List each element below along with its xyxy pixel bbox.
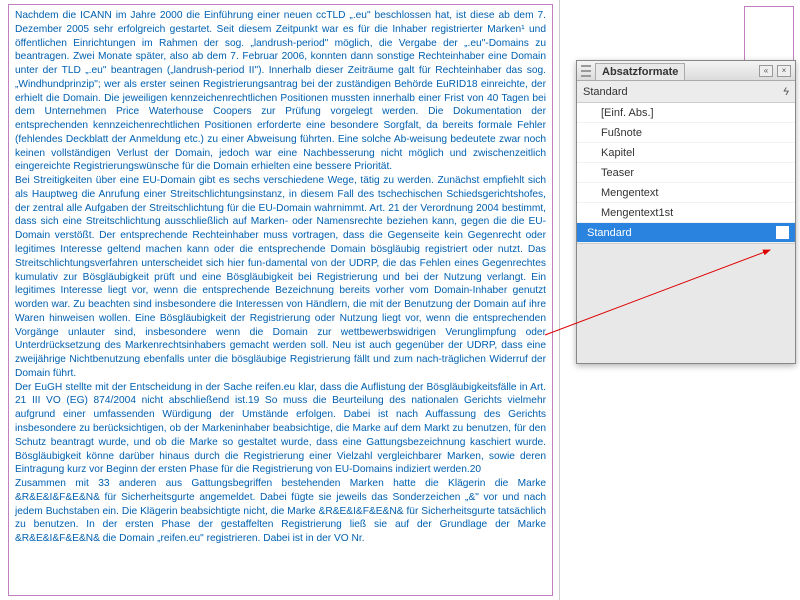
current-style-row: Standard ϟ [577, 81, 795, 103]
adjacent-page-frame [744, 6, 794, 66]
document-canvas: Nachdem die ICANN im Jahre 2000 die Einf… [0, 0, 560, 600]
paragraph[interactable]: Nachdem die ICANN im Jahre 2000 die Einf… [15, 9, 546, 174]
paragraph[interactable]: Der EuGH stellte mit der Entscheidung in… [15, 381, 546, 477]
style-item-fussnote[interactable]: Fußnote [577, 123, 795, 143]
panel-tab-title[interactable]: Absatzformate [595, 63, 685, 80]
body-text[interactable]: Nachdem die ICANN im Jahre 2000 die Einf… [15, 9, 546, 546]
style-list[interactable]: [Einf. Abs.] Fußnote Kapitel Teaser Meng… [577, 103, 795, 243]
text-frame[interactable]: Nachdem die ICANN im Jahre 2000 die Einf… [8, 4, 553, 596]
paragraph[interactable]: Bei Streitigkeiten über eine EU-Domain g… [15, 174, 546, 380]
override-indicator-icon[interactable]: ϟ [783, 86, 789, 98]
style-item-mengentext[interactable]: Mengentext [577, 183, 795, 203]
style-item-kapitel[interactable]: Kapitel [577, 143, 795, 163]
style-item-label: Standard [587, 227, 632, 239]
close-icon[interactable]: × [777, 65, 791, 77]
panel-header[interactable]: Absatzformate « × [577, 61, 795, 81]
paragraph-styles-panel: Absatzformate « × Standard ϟ [Einf. Abs.… [576, 60, 796, 364]
disk-icon[interactable] [776, 226, 789, 239]
current-style-label: Standard [583, 86, 783, 98]
style-item-einf-abs[interactable]: [Einf. Abs.] [577, 103, 795, 123]
panel-grip-icon[interactable] [581, 65, 591, 77]
style-item-teaser[interactable]: Teaser [577, 163, 795, 183]
paragraph[interactable]: Zusammen mit 33 anderen aus Gattungsbegr… [15, 477, 546, 546]
collapse-icon[interactable]: « [759, 65, 773, 77]
style-item-mengentext1st[interactable]: Mengentext1st [577, 203, 795, 223]
panel-footer [577, 243, 795, 363]
style-item-standard[interactable]: Standard [577, 223, 795, 243]
